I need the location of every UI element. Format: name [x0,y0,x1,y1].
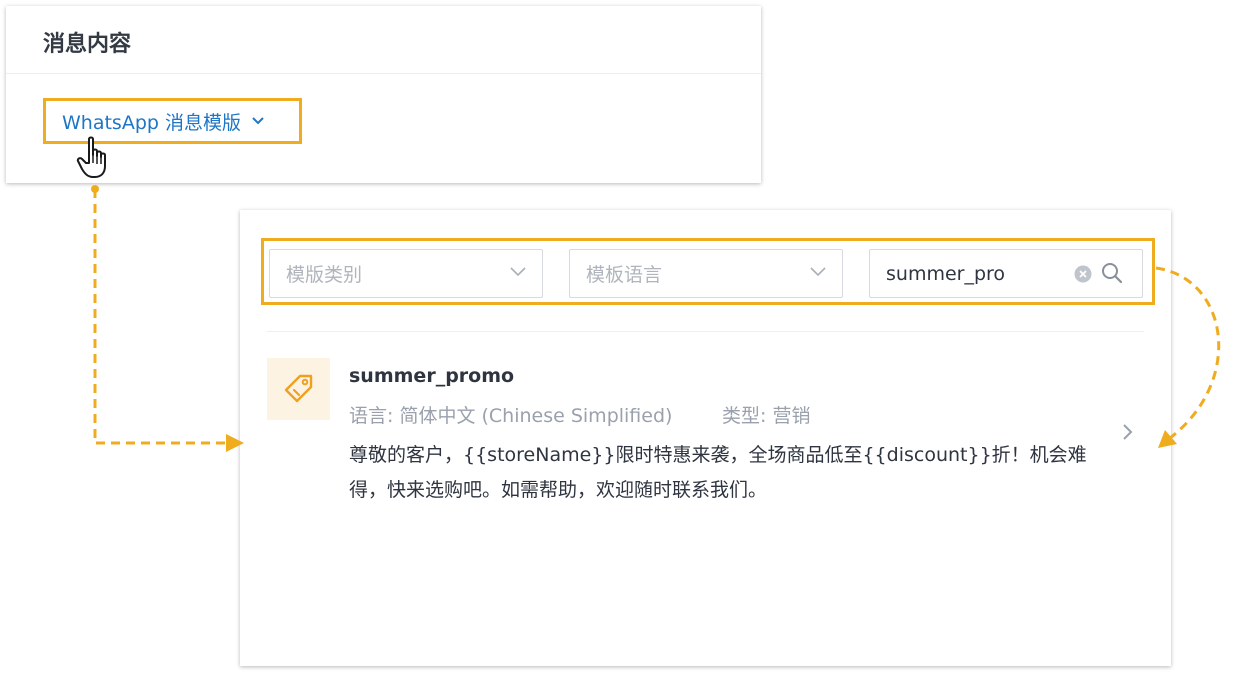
connector-arrows [91,185,1221,452]
